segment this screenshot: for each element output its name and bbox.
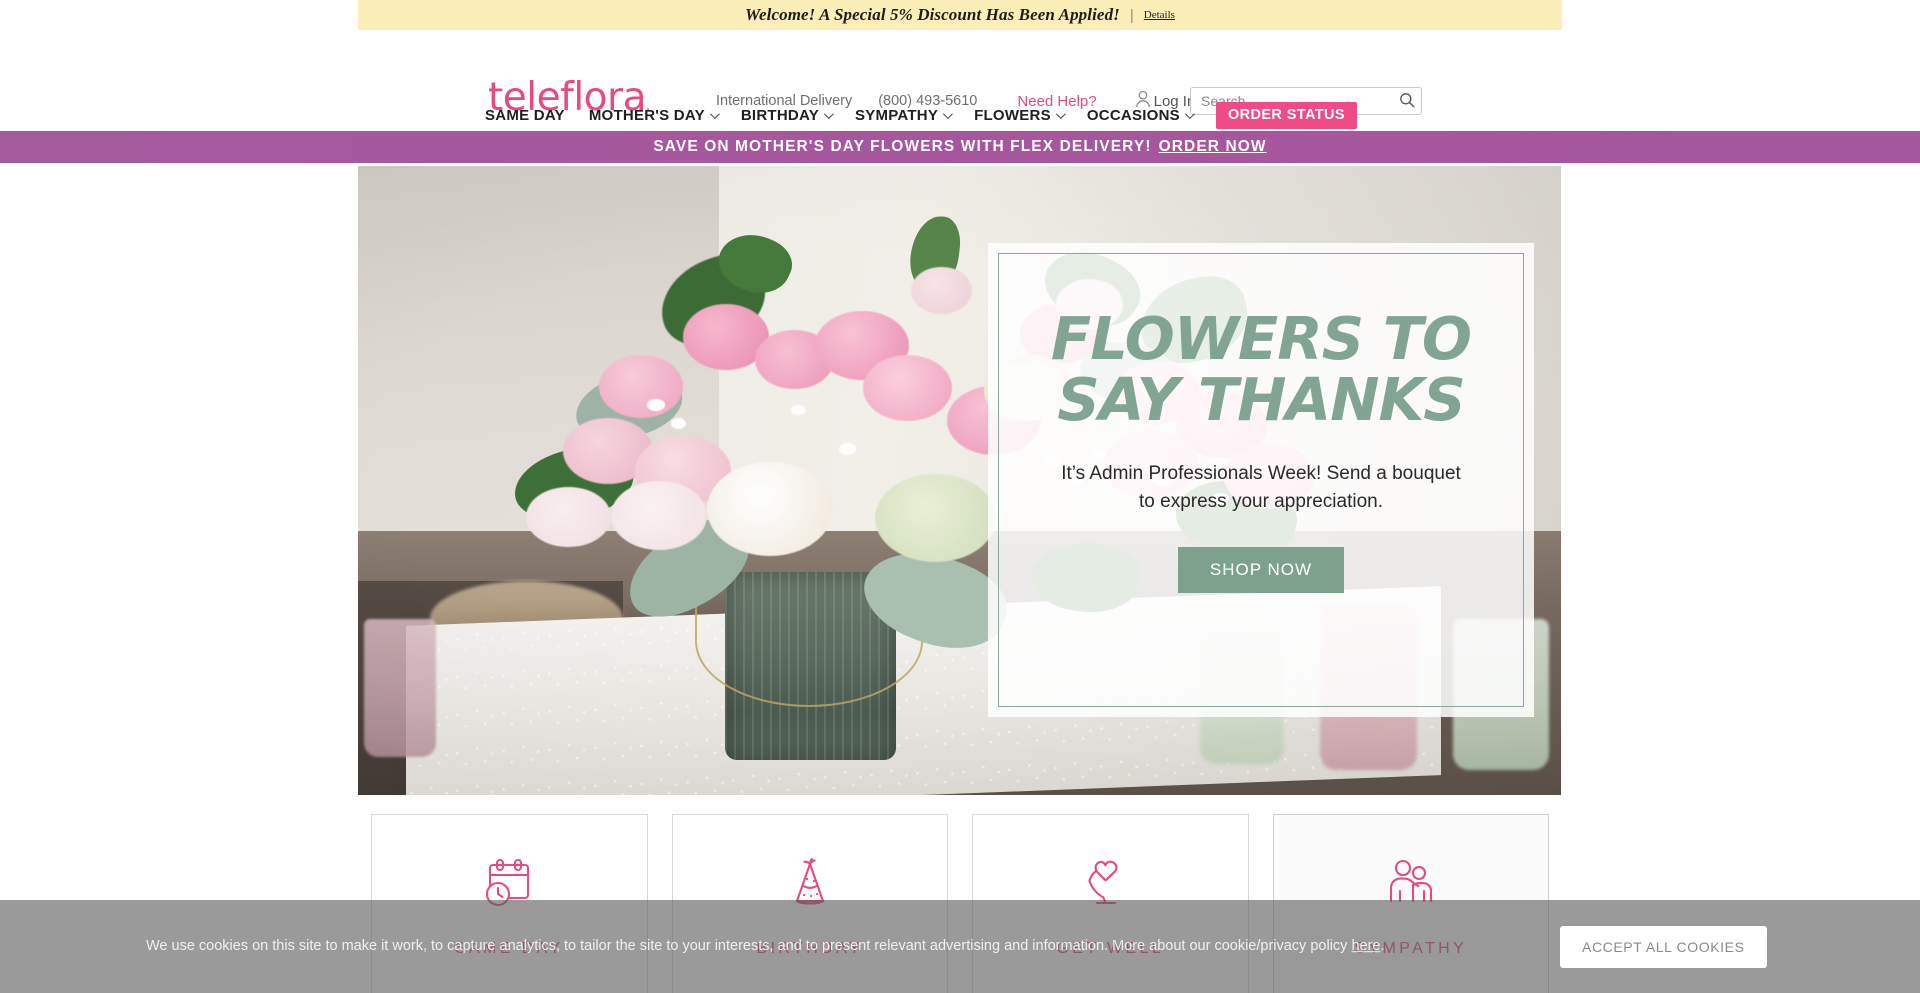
nav-item-occasions[interactable]: OCCASIONS	[1087, 107, 1192, 124]
order-status-button[interactable]: ORDER STATUS	[1216, 102, 1357, 129]
shop-now-button[interactable]: SHOP NOW	[1178, 547, 1344, 593]
nav-label: OCCASIONS	[1087, 107, 1180, 124]
cookie-message: We use cookies on this site to make it w…	[146, 937, 1385, 957]
chevron-down-icon	[824, 109, 834, 119]
chevron-down-icon	[1185, 109, 1195, 119]
cookie-policy-link[interactable]: here	[1351, 938, 1380, 954]
cookie-message-part-2: .	[1380, 938, 1384, 954]
nav-item-mothers-day[interactable]: MOTHER'S DAY	[589, 107, 717, 124]
chevron-down-icon	[943, 109, 953, 119]
hero-headline-line-2: SAY THANKS	[1051, 370, 1471, 431]
announcement-bar: SAVE ON MOTHER'S DAY FLOWERS WITH FLEX D…	[0, 131, 1920, 163]
nav-item-flowers[interactable]: FLOWERS	[974, 107, 1063, 124]
announcement-order-now-link[interactable]: ORDER NOW	[1159, 138, 1267, 156]
nav-label: FLOWERS	[974, 107, 1051, 124]
nav-label: SAME DAY	[485, 107, 565, 124]
nav-item-list: SAME DAY MOTHER'S DAY BIRTHDAY SYMPATHY …	[485, 95, 1357, 135]
promo-divider: |	[1130, 7, 1134, 24]
hero-headline-line-1: FLOWERS TO	[1051, 309, 1471, 370]
chevron-down-icon	[710, 109, 720, 119]
main-navigation: SAME DAY MOTHER'S DAY BIRTHDAY SYMPATHY …	[0, 95, 1920, 135]
hero-card-border: FLOWERS TO SAY THANKS It’s Admin Profess…	[998, 253, 1524, 707]
hero-subtitle: It’s Admin Professionals Week! Send a bo…	[1061, 460, 1461, 516]
chevron-down-icon	[1056, 109, 1066, 119]
nav-item-birthday[interactable]: BIRTHDAY	[741, 107, 831, 124]
cookie-message-part-1: We use cookies on this site to make it w…	[146, 938, 1351, 954]
promo-details-link[interactable]: Details	[1144, 9, 1175, 21]
nav-label: MOTHER'S DAY	[589, 107, 705, 124]
page-root: Welcome! A Special 5% Discount Has Been …	[0, 0, 1920, 993]
cookie-consent-banner: We use cookies on this site to make it w…	[0, 900, 1920, 993]
nav-item-same-day[interactable]: SAME DAY	[485, 107, 565, 124]
accept-all-cookies-button[interactable]: ACCEPT ALL COOKIES	[1560, 926, 1767, 968]
hero-content-card: FLOWERS TO SAY THANKS It’s Admin Profess…	[988, 243, 1534, 717]
nav-label: BIRTHDAY	[741, 107, 819, 124]
promo-banner: Welcome! A Special 5% Discount Has Been …	[358, 0, 1562, 30]
nav-label: SYMPATHY	[855, 107, 938, 124]
promo-message: Welcome! A Special 5% Discount Has Been …	[745, 5, 1120, 25]
announcement-text: SAVE ON MOTHER'S DAY FLOWERS WITH FLEX D…	[653, 138, 1151, 156]
nav-item-sympathy[interactable]: SYMPATHY	[855, 107, 950, 124]
hero-headline: FLOWERS TO SAY THANKS	[1051, 309, 1471, 431]
